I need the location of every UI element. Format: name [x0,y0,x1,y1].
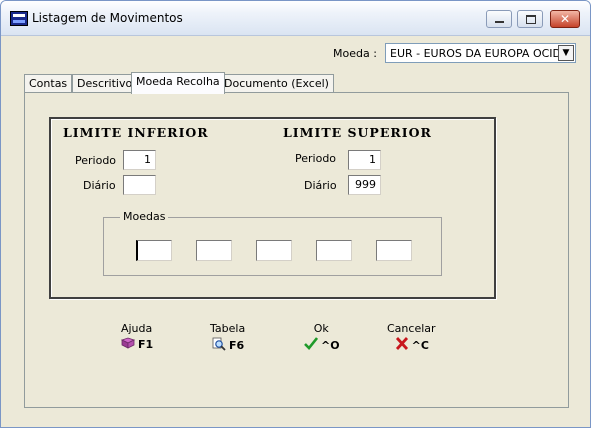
moedas-group-label: Moedas [120,210,169,223]
moedas-group: Moedas [103,210,442,276]
minimize-icon [495,21,504,23]
moeda-field-4[interactable] [316,240,352,261]
moeda-field-2[interactable] [196,240,232,261]
tab-descritivo[interactable]: Descritivo [72,74,138,93]
red-x-icon [394,337,410,353]
minimize-button[interactable] [486,10,512,28]
help-button-label: Ajuda [120,322,153,335]
ok-shortcut: ^O [321,338,340,352]
upper-periodo-field[interactable]: 1 [348,150,381,170]
main-window: Listagem de Movimentos ✕ Moeda : EUR - E… [0,0,591,428]
table-button-label: Tabela [210,322,246,335]
lower-periodo-label: Periodo [75,154,117,167]
limits-box: LIMITE INFERIOR LIMITE SUPERIOR Periodo … [49,117,496,299]
help-shortcut: F1 [138,338,154,351]
tab-moeda-recolha[interactable]: Moeda Recolha [131,72,225,94]
tab-contas[interactable]: Contas [24,74,73,93]
chevron-down-icon[interactable]: ▼ [558,45,574,61]
currency-select[interactable]: EUR - EUROS DA EUROPA OCID ▼ [385,43,576,63]
maximize-button[interactable] [517,10,543,28]
cancel-button-label: Cancelar [387,322,436,335]
cancel-button[interactable]: Cancelar ^C [387,322,436,353]
ok-button[interactable]: Ok ^O [303,322,340,353]
close-button[interactable]: ✕ [550,10,580,28]
ok-button-label: Ok [313,322,329,335]
checkmark-icon [303,337,319,353]
lower-diario-field[interactable] [123,175,156,195]
magnifier-icon [211,337,227,354]
moeda-field-1[interactable] [136,240,172,261]
window-title: Listagem de Movimentos [32,11,183,25]
moeda-field-3[interactable] [256,240,292,261]
upper-diario-field[interactable]: 999 [348,175,381,195]
lower-diario-label: Diário [83,179,116,192]
table-button[interactable]: Tabela F6 [210,322,245,354]
table-shortcut: F6 [229,339,245,352]
title-bar[interactable]: Listagem de Movimentos ✕ [1,1,590,36]
tab-panel-moeda-recolha: LIMITE INFERIOR LIMITE SUPERIOR Periodo … [24,92,569,408]
help-button[interactable]: Ajuda F1 [120,322,153,352]
client-area: Moeda : EUR - EUROS DA EUROPA OCID ▼ Con… [9,37,584,421]
tab-documento-excel[interactable]: Documento (Excel) [219,74,334,93]
book-icon [120,337,136,352]
lower-limit-title: LIMITE INFERIOR [63,125,209,140]
cancel-shortcut: ^C [411,338,429,352]
maximize-icon [526,15,536,24]
upper-periodo-label: Periodo [295,152,337,165]
moeda-field-5[interactable] [376,240,412,261]
close-icon: ✕ [559,12,571,26]
upper-limit-title: LIMITE SUPERIOR [283,125,432,140]
app-icon [10,11,28,26]
lower-periodo-field[interactable]: 1 [123,150,156,170]
currency-label: Moeda : [333,47,377,60]
currency-select-value: EUR - EUROS DA EUROPA OCID [390,47,561,60]
upper-diario-label: Diário [304,179,337,192]
